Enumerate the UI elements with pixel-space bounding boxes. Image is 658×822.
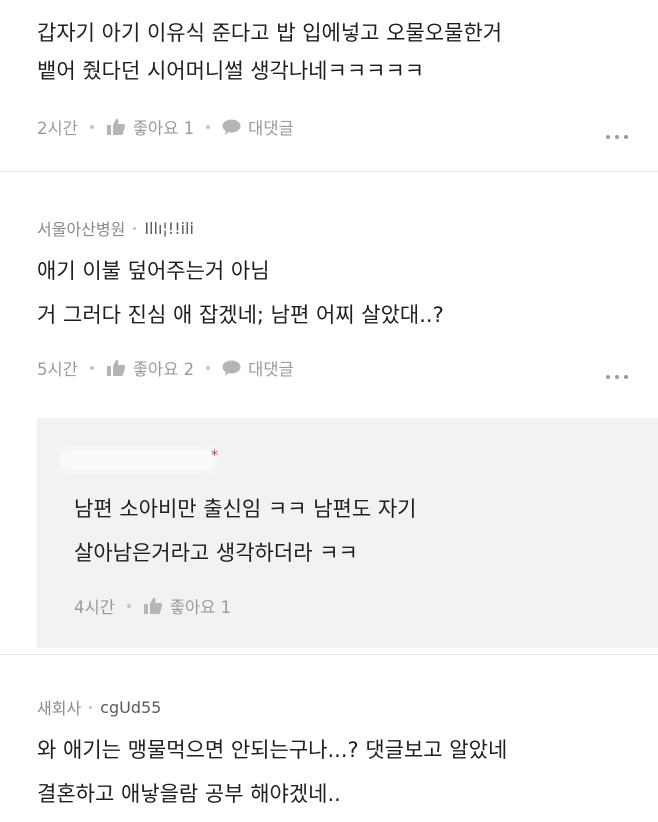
comment-1-line-1: 갑자기 아기 이유식 준다고 밥 입에넣고 오물오물한거 <box>37 21 503 45</box>
comment-2-reply-label: 대댓글 <box>248 360 294 379</box>
thumbs-up-icon <box>106 118 126 136</box>
comment-3-author: 새회사 cgUd55 <box>37 695 161 719</box>
speech-bubble-icon <box>222 119 241 135</box>
comment-1-line-2: 뱉어 줬다던 시어머니썰 생각나네ㅋㅋㅋㅋㅋ <box>37 59 425 83</box>
comment-2-body: 애기 이불 덮어주는거 아님 거 그러다 진심 애 잡겠네; 남편 어찌 살았대… <box>37 252 444 334</box>
comment-2-author-handle[interactable]: Illı¦!!ili <box>144 219 194 238</box>
comment-2-like-label: 좋아요 2 <box>132 360 195 379</box>
comment-1-like-button[interactable]: 좋아요 1 <box>106 115 194 139</box>
comment-3-line-2: 결혼하고 애낳을람 공부 해야겠네.. <box>37 782 341 806</box>
reply-meta: 4시간 좋아요 1 <box>74 594 231 618</box>
more-dots-icon[interactable] <box>606 135 628 139</box>
comment-2-time: 5시간 <box>37 360 78 379</box>
reply-line-2: 살아남은거라고 생각하더라 ㅋㅋ <box>74 541 358 565</box>
more-dots-icon[interactable] <box>606 375 628 379</box>
comment-1: 갑자기 아기 이유식 준다고 밥 입에넣고 오물오물한거 뱉어 줬다던 시어머니… <box>0 0 658 170</box>
comment-3-author-location[interactable]: 새회사 <box>37 695 81 719</box>
comment-2-author: 서울아산병원 Illı¦!!ili <box>37 216 194 240</box>
separator-dot <box>206 366 211 370</box>
reply-body: 남편 소아비만 출신임 ㅋㅋ 남편도 자기 살아남은거라고 생각하더라 ㅋㅋ <box>74 490 417 572</box>
comment-3: 새회사 cgUd55 와 애기는 맹물먹으면 안되는구나...? 댓글보고 알았… <box>0 655 658 822</box>
comment-2-author-location[interactable]: 서울아산병원 <box>37 216 125 240</box>
comment-1-like-label: 좋아요 1 <box>132 119 195 138</box>
comment-1-reply-button[interactable]: 대댓글 <box>222 115 294 139</box>
comment-2-like-button[interactable]: 좋아요 2 <box>106 356 194 380</box>
reply-line-1: 남편 소아비만 출신임 ㅋㅋ 남편도 자기 <box>74 497 417 521</box>
separator-dot <box>89 125 94 129</box>
thumbs-up-icon <box>106 359 126 377</box>
separator-dot <box>126 604 131 608</box>
comment-2-line-1: 애기 이불 덮어주는거 아님 <box>37 259 270 283</box>
comment-2-reply-button[interactable]: 대댓글 <box>222 356 294 380</box>
separator-dot <box>89 705 93 709</box>
reply-time: 4시간 <box>74 598 115 617</box>
comment-1-meta: 2시간 좋아요 1 대댓글 <box>37 115 294 139</box>
comment-2: 서울아산병원 Illı¦!!ili 애기 이불 덮어주는거 아님 거 그러다 진… <box>0 172 658 412</box>
comment-2-line-2: 거 그러다 진심 애 잡겠네; 남편 어찌 살았대..? <box>37 303 444 327</box>
thumbs-up-icon <box>143 597 163 615</box>
reply-like-label: 좋아요 1 <box>169 598 232 617</box>
comment-1-reply-label: 대댓글 <box>248 119 294 138</box>
comment-2-meta: 5시간 좋아요 2 대댓글 <box>37 356 294 380</box>
separator-dot <box>133 226 137 230</box>
separator-dot <box>206 125 211 129</box>
speech-bubble-icon <box>222 360 241 376</box>
blurred-author-name <box>63 452 213 468</box>
comment-3-body: 와 애기는 맹물먹으면 안되는구나...? 댓글보고 알았네 결혼하고 애낳을람… <box>37 731 507 813</box>
comment-1-body: 갑자기 아기 이유식 준다고 밥 입에넣고 오물오물한거 뱉어 줬다던 시어머니… <box>37 14 502 90</box>
comment-1-time: 2시간 <box>37 119 78 138</box>
reply-comment: * 남편 소아비만 출신임 ㅋㅋ 남편도 자기 살아남은거라고 생각하더라 ㅋㅋ… <box>37 418 658 648</box>
reply-like-button[interactable]: 좋아요 1 <box>143 594 231 618</box>
comment-3-line-1: 와 애기는 맹물먹으면 안되는구나...? 댓글보고 알았네 <box>37 738 508 762</box>
comment-3-author-handle[interactable]: cgUd55 <box>100 698 161 717</box>
author-star-badge: * <box>211 448 218 464</box>
separator-dot <box>89 366 94 370</box>
